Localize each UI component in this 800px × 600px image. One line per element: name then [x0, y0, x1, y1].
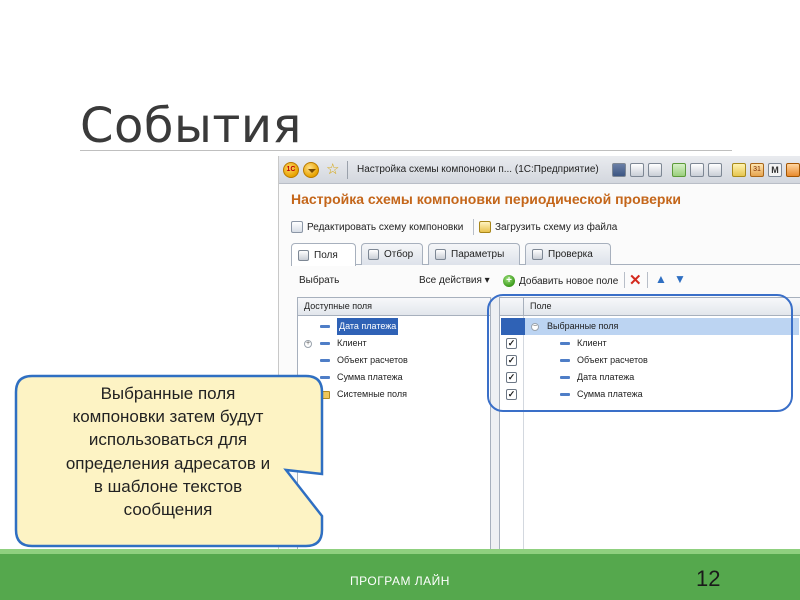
slide: События 1С ☆ Настройка схемы компоновки …	[0, 0, 800, 600]
callout-line: использоваться для	[88, 430, 248, 450]
page-number: 12	[696, 566, 721, 591]
callout-line: компоновки затем будут	[72, 407, 264, 427]
callout-line: Выбранные поля	[100, 384, 236, 403]
fields-tab-icon	[298, 249, 309, 261]
callout-line: определения адресатов и	[65, 453, 271, 473]
callout-line: сообщения	[123, 500, 213, 520]
footer-text: ПРОГРАМ ЛАЙН	[350, 574, 450, 588]
tab-fields-label: Поля	[314, 249, 338, 261]
callout-text: Выбранные поля компоновки затем будут ис…	[32, 382, 304, 521]
callout-line: в шаблоне текстов	[93, 476, 243, 496]
tab-fields[interactable]: Поля	[291, 243, 356, 266]
